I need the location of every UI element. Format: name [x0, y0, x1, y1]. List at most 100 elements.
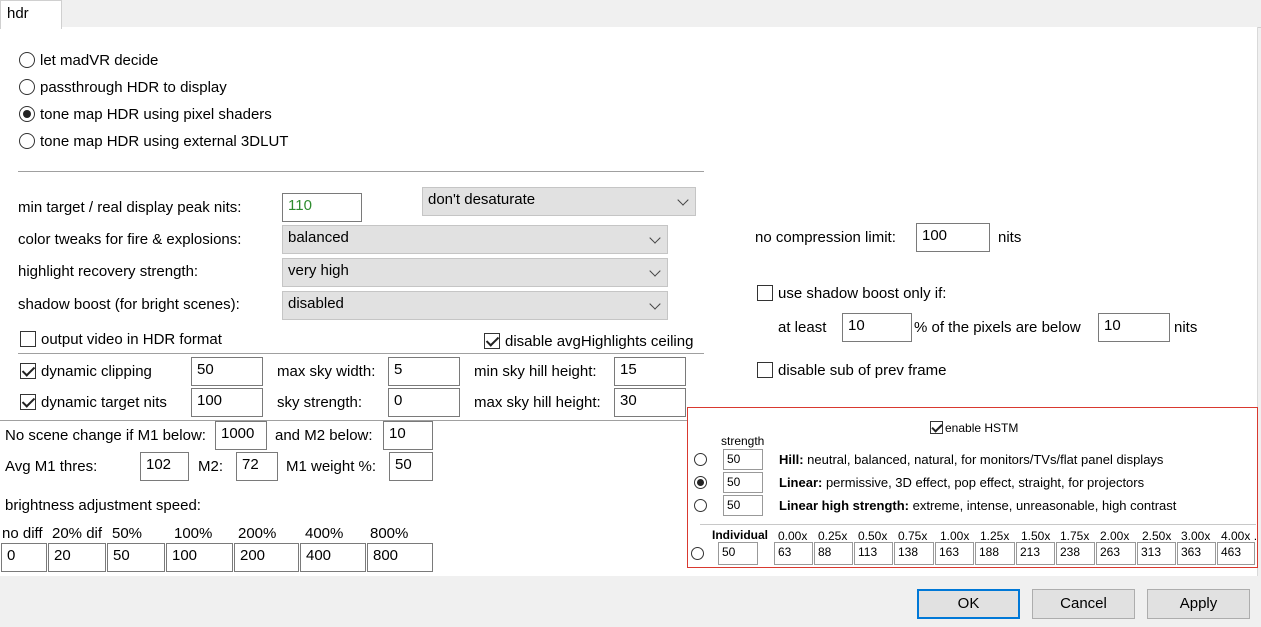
no-compression-input[interactable]: 100 [916, 223, 990, 252]
dynamic-clipping-checkbox[interactable] [20, 363, 36, 379]
dynamic-clipping-input[interactable]: 50 [191, 357, 263, 386]
individual-input-6[interactable]: 213 [1016, 542, 1055, 565]
brightness-input-2[interactable]: 50 [107, 543, 165, 572]
individual-input-8[interactable]: 263 [1096, 542, 1136, 565]
shadow-boost-value: disabled [288, 295, 344, 312]
m2-input[interactable]: 10 [383, 421, 433, 450]
min-target-input[interactable]: 110 [282, 193, 362, 222]
chevron-down-icon [649, 232, 661, 244]
avg-m1-input[interactable]: 102 [140, 452, 189, 481]
pixels-below-input[interactable]: 10 [1098, 313, 1170, 342]
individual-input-11[interactable]: 463 [1217, 542, 1255, 565]
desaturate-value: don't desaturate [428, 191, 536, 208]
color-tweaks-select[interactable]: balanced [282, 225, 668, 254]
dynamic-target-label: dynamic target nits [41, 394, 167, 411]
linear-strength-input[interactable]: 50 [723, 472, 763, 493]
m2-label: and M2 below: [275, 427, 373, 444]
hill-desc: neutral, balanced, natural, for monitors… [803, 452, 1164, 467]
radio-linear[interactable] [694, 476, 707, 489]
highlight-value: very high [288, 262, 349, 279]
highlight-label: highlight recovery strength: [18, 263, 199, 280]
individual-input-7[interactable]: 238 [1056, 542, 1095, 565]
at-least-label: at least [778, 319, 827, 336]
radio-hill[interactable] [694, 453, 707, 466]
individual-input-1[interactable]: 88 [814, 542, 853, 565]
brightness-header-5: 400% [305, 525, 344, 542]
tab-hdr[interactable]: hdr [0, 0, 62, 29]
radio-tone-map-3dlut[interactable] [19, 133, 35, 149]
individual-input-3[interactable]: 138 [894, 542, 934, 565]
shadow-boost-label: shadow boost (for bright scenes): [18, 296, 240, 313]
brightness-input-6[interactable]: 800 [367, 543, 433, 572]
linear-high-desc: extreme, intense, unreasonable, high con… [909, 498, 1177, 513]
brightness-header-0: no diff [2, 525, 43, 542]
m2b-label: M2: [198, 458, 224, 475]
disable-sub-label: disable sub of prev frame [778, 362, 947, 379]
dynamic-target-checkbox[interactable] [20, 394, 36, 410]
sky-strength-input[interactable]: 0 [388, 388, 460, 417]
highlight-select[interactable]: very high [282, 258, 668, 287]
individual-strength-input[interactable]: 50 [718, 542, 758, 565]
disable-avg-label: disable avgHighlights ceiling [505, 333, 694, 350]
brightness-input-0[interactable]: 0 [1, 543, 47, 572]
at-least-input[interactable]: 10 [842, 313, 912, 342]
radio-passthrough-hdr[interactable] [19, 79, 35, 95]
radio-let-madvr-decide[interactable] [19, 52, 35, 68]
m1-weight-input[interactable]: 50 [389, 452, 433, 481]
radio-tone-map-pixel-shaders[interactable] [19, 106, 35, 122]
no-compression-unit: nits [998, 229, 1022, 246]
linear-high-strength-input[interactable]: 50 [723, 495, 763, 516]
linear-high-title: Linear high strength: [779, 498, 909, 513]
individual-input-10[interactable]: 363 [1177, 542, 1216, 565]
individual-input-4[interactable]: 163 [935, 542, 974, 565]
m1-input[interactable]: 1000 [215, 421, 267, 450]
individual-input-0[interactable]: 63 [774, 542, 813, 565]
dynamic-target-input[interactable]: 100 [191, 388, 263, 417]
ok-button[interactable]: OK [917, 589, 1020, 619]
divider [0, 420, 688, 421]
dynamic-clipping-label: dynamic clipping [41, 363, 152, 380]
pixels-below-label: % of the pixels are below [914, 319, 1081, 336]
shadow-boost-select[interactable]: disabled [282, 291, 668, 320]
radio-tone-map-pixel-shaders-label: tone map HDR using pixel shaders [40, 106, 272, 123]
hstm-panel: enable HSTM strength 50 Hill: neutral, b… [687, 407, 1258, 568]
m1-weight-label: M1 weight %: [286, 458, 377, 475]
shadow-only-checkbox[interactable] [757, 285, 773, 301]
cancel-button[interactable]: Cancel [1032, 589, 1135, 619]
strength-header: strength [721, 434, 765, 448]
hill-strength-input[interactable]: 50 [723, 449, 763, 470]
m1-label: No scene change if M1 below: [5, 427, 206, 444]
brightness-input-5[interactable]: 400 [300, 543, 366, 572]
max-sky-width-input[interactable]: 5 [388, 357, 460, 386]
apply-button[interactable]: Apply [1147, 589, 1250, 619]
min-sky-hill-input[interactable]: 15 [614, 357, 686, 386]
m2b-input[interactable]: 72 [236, 452, 278, 481]
divider [18, 171, 704, 172]
individual-input-5[interactable]: 188 [975, 542, 1015, 565]
color-tweaks-value: balanced [288, 229, 349, 246]
radio-passthrough-hdr-label: passthrough HDR to display [40, 79, 227, 96]
brightness-input-4[interactable]: 200 [234, 543, 299, 572]
chevron-down-icon [649, 265, 661, 277]
individual-input-2[interactable]: 113 [854, 542, 893, 565]
brightness-header-2: 50% [112, 525, 143, 542]
individual-input-9[interactable]: 313 [1137, 542, 1176, 565]
radio-individual[interactable] [691, 547, 704, 560]
hill-description: Hill: neutral, balanced, natural, for mo… [779, 451, 1163, 469]
desaturate-select[interactable]: don't desaturate [422, 187, 696, 216]
linear-desc: permissive, 3D effect, pop effect, strai… [822, 475, 1145, 490]
max-sky-hill-input[interactable]: 30 [614, 388, 686, 417]
disable-avg-checkbox[interactable] [484, 333, 500, 349]
radio-linear-high[interactable] [694, 499, 707, 512]
enable-hstm-checkbox[interactable] [930, 421, 943, 434]
linear-title: Linear: [779, 475, 823, 490]
output-hdr-checkbox[interactable] [20, 331, 36, 347]
hill-title: Hill: [779, 452, 804, 467]
disable-sub-checkbox[interactable] [757, 362, 773, 378]
brightness-input-3[interactable]: 100 [166, 543, 233, 572]
linear-description: Linear: permissive, 3D effect, pop effec… [779, 474, 1144, 492]
brightness-input-1[interactable]: 20 [48, 543, 106, 572]
tab-hdr-label: hdr [7, 5, 29, 22]
shadow-only-label: use shadow boost only if: [778, 285, 947, 302]
sky-strength-label: sky strength: [277, 394, 363, 411]
